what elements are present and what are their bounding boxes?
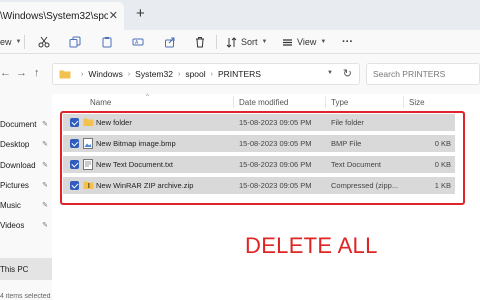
trash-icon (196, 37, 204, 48)
cut-button[interactable] (38, 30, 50, 54)
sidebar-item-label: Music (0, 200, 21, 210)
column-header-type[interactable]: Type (331, 94, 348, 110)
column-header-date[interactable]: Date modified (239, 94, 288, 110)
address-row: ← → ↑ › Windows › System32 › spool › PRI… (0, 54, 480, 94)
column-header-name[interactable]: Name (90, 94, 111, 110)
cut-icon (38, 36, 50, 48)
pin-icon: ✎ (42, 141, 48, 148)
sidebar-item-label: Download (0, 160, 36, 170)
copy-icon (69, 36, 81, 48)
up-arrow-icon[interactable]: ↑ (34, 67, 40, 79)
new-button[interactable]: ew ▼ (0, 30, 21, 54)
view-button[interactable]: View ▼ (282, 30, 326, 54)
selection-highlight-box (60, 111, 465, 205)
breadcrumb-spool[interactable]: spool (185, 69, 205, 79)
tab-close-icon[interactable]: ✕ (109, 9, 118, 22)
toolbar-divider (24, 35, 25, 49)
view-label: View (297, 37, 317, 47)
breadcrumb-system32[interactable]: System32 (135, 69, 173, 79)
copy-button[interactable] (69, 30, 81, 54)
sidebar-item-this-pc[interactable]: This PC (0, 258, 52, 280)
sort-label: Sort (241, 37, 258, 47)
back-arrow-icon[interactable]: ← (0, 67, 11, 79)
sort-icon (226, 36, 237, 48)
navigation-pane: Document ✎ Desktop ✎ Download ✎ Pictures… (0, 94, 52, 300)
sidebar-item-label: Videos (0, 220, 25, 230)
sidebar-item-pictures[interactable]: Pictures ✎ (0, 176, 52, 194)
tab-bar: \Windows\System32\spool\ ✕ + (0, 0, 480, 30)
address-bar[interactable]: › Windows › System32 › spool › PRINTERS … (52, 63, 360, 85)
sidebar-item-documents[interactable]: Document ✎ (0, 115, 52, 133)
pin-icon: ✎ (42, 182, 48, 189)
share-button[interactable] (164, 30, 176, 54)
chevron-down-icon: ▼ (320, 39, 327, 45)
breadcrumb-windows[interactable]: Windows (88, 69, 122, 79)
chevron-right-icon: › (177, 70, 181, 78)
tab-spool[interactable]: \Windows\System32\spool\ ✕ (0, 2, 124, 30)
new-tab-button[interactable]: + (136, 5, 145, 22)
breadcrumb-printers[interactable]: PRINTERS (218, 69, 261, 79)
column-header-size[interactable]: Size (409, 94, 425, 110)
sidebar-item-downloads[interactable]: Download ✎ (0, 156, 52, 174)
sort-button[interactable]: Sort ▼ (226, 30, 267, 54)
delete-all-annotation: DELETE ALL (245, 233, 378, 258)
column-divider[interactable] (233, 96, 234, 108)
sidebar-item-music[interactable]: Music ✎ (0, 196, 52, 214)
sidebar-item-label: Pictures (0, 180, 29, 190)
pin-icon: ✎ (42, 162, 48, 169)
chevron-right-icon: › (127, 70, 131, 78)
pin-icon: ✎ (42, 121, 48, 128)
search-input[interactable]: Search PRINTERS (366, 63, 480, 85)
sidebar-item-label: Desktop (0, 139, 30, 149)
file-list-pane: ^ Name Date modified Type Size New folde… (52, 94, 480, 300)
sidebar-item-videos[interactable]: Videos ✎ (0, 216, 52, 234)
command-bar: ew ▼ A Sort ▼ View ▼ ··· (0, 30, 480, 54)
column-divider[interactable] (403, 96, 404, 108)
rename-icon: A (132, 38, 144, 46)
tab-title: \Windows\System32\spool\ (0, 10, 108, 22)
chevron-right-icon: › (210, 70, 213, 78)
refresh-icon[interactable]: ↻ (343, 67, 352, 80)
chevron-down-icon: ▼ (15, 39, 22, 45)
paste-button[interactable] (101, 30, 113, 54)
toolbar-divider (216, 35, 217, 49)
forward-arrow-icon[interactable]: → (16, 67, 27, 79)
status-bar: 4 items selected (0, 293, 51, 300)
sidebar-item-label: Document (0, 119, 37, 129)
pin-icon: ✎ (42, 202, 48, 209)
column-divider[interactable] (325, 96, 326, 108)
paste-icon (102, 37, 112, 48)
chevron-up-icon: ^ (146, 94, 149, 100)
view-list-icon (283, 38, 292, 46)
pin-icon: ✎ (42, 222, 48, 229)
share-icon (165, 37, 175, 48)
folder-icon (59, 70, 71, 79)
chevron-down-icon: ▼ (261, 39, 268, 45)
sidebar-item-desktop[interactable]: Desktop ✎ (0, 135, 52, 153)
delete-button[interactable] (194, 30, 206, 54)
chevron-down-icon[interactable]: ▼ (327, 70, 333, 76)
sidebar-item-label: This PC (0, 264, 29, 274)
more-options-button[interactable]: ··· (342, 30, 353, 54)
chevron-right-icon: › (81, 70, 84, 78)
new-label: ew (0, 37, 12, 47)
rename-button[interactable]: A (132, 30, 144, 54)
